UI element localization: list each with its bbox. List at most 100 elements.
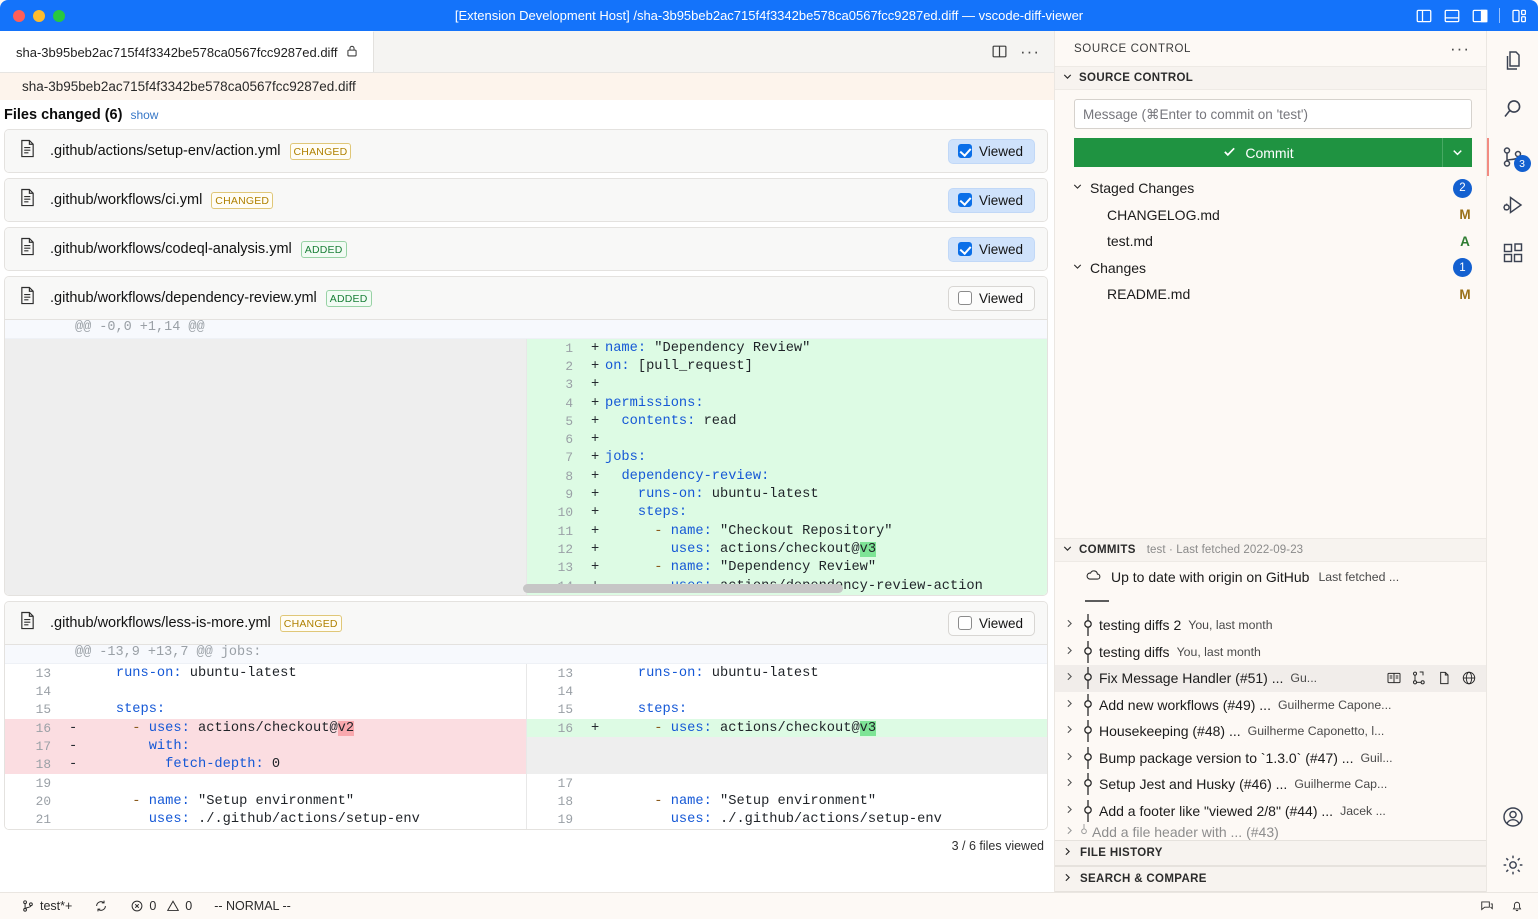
diff-table: @@ -0,0 +1,14 @@ 1 + name: "Dependency Rev… xyxy=(5,319,1047,596)
activity-extensions[interactable] xyxy=(1487,229,1538,277)
scm-file-readme[interactable]: README.md M xyxy=(1071,281,1472,308)
viewed-checkbox[interactable]: Viewed xyxy=(947,285,1035,311)
diff-sign: + xyxy=(591,505,600,521)
chevron-right-icon[interactable] xyxy=(1063,697,1077,713)
chevron-right-icon[interactable] xyxy=(1063,824,1076,840)
status-badge: ADDED xyxy=(300,240,347,258)
chevron-right-icon[interactable] xyxy=(1063,776,1077,792)
code-text: - name: "Checkout Repository" xyxy=(654,523,893,539)
file-row[interactable]: .github/workflows/less-is-more.yml CHANG… xyxy=(5,602,1047,645)
commits-section-header[interactable]: COMMITS test · Last fetched 2022-09-23 xyxy=(1055,537,1487,562)
file-history-section-header[interactable]: FILE HISTORY xyxy=(1055,840,1487,866)
show-link[interactable]: show xyxy=(130,108,158,122)
status-vim-mode[interactable]: -- NORMAL -- xyxy=(203,899,302,913)
activity-search[interactable] xyxy=(1487,85,1538,133)
commit-row[interactable]: testing diffs You, last month xyxy=(1055,639,1487,666)
lock-icon[interactable] xyxy=(345,44,359,61)
compare-icon[interactable] xyxy=(1411,670,1427,686)
activity-explorer[interactable] xyxy=(1487,37,1538,85)
editor-tab-diff[interactable]: sha-3b95beb2ac715f4f3342be578ca0567fcc92… xyxy=(0,31,375,72)
diff-line xyxy=(5,558,526,577)
commit-node-icon xyxy=(1077,614,1099,637)
viewed-label: Viewed xyxy=(978,241,1023,257)
more-actions-icon[interactable]: ··· xyxy=(1450,40,1470,57)
line-number: 14 xyxy=(35,684,51,700)
diff-viewer-webview: sha-3b95beb2ac715f4f3342be578ca0567fcc92… xyxy=(0,73,1054,919)
status-sync[interactable] xyxy=(83,899,119,913)
chevron-right-icon[interactable] xyxy=(1063,644,1077,660)
commit-row[interactable]: Bump package version to `1.3.0` (#47) ..… xyxy=(1055,745,1487,772)
open-on-remote-icon[interactable] xyxy=(1461,670,1477,686)
scm-file-test[interactable]: test.md A xyxy=(1071,228,1472,255)
status-branch[interactable]: test*+ xyxy=(10,899,83,913)
activity-settings[interactable] xyxy=(1487,841,1538,889)
commit-button[interactable]: Commit xyxy=(1074,138,1442,167)
commit-row[interactable]: testing diffs 2 You, last month xyxy=(1055,612,1487,639)
commit-message: Add a footer like "viewed 2/8" (#44) ... xyxy=(1099,802,1334,819)
file-row[interactable]: .github/workflows/dependency-review.yml … xyxy=(5,277,1047,319)
scm-group-changes[interactable]: Changes 1 xyxy=(1071,255,1472,282)
commit-message-input[interactable] xyxy=(1074,99,1472,129)
horizontal-scrollbar[interactable] xyxy=(523,584,843,594)
run-and-debug-icon xyxy=(1501,193,1525,217)
commit-row[interactable]: Add a footer like "viewed 2/8" (#44) ...… xyxy=(1055,798,1487,825)
diff-sign: - xyxy=(69,738,78,754)
more-actions-icon[interactable]: ··· xyxy=(1020,43,1040,60)
commit-message: Bump package version to `1.3.0` (#47) ..… xyxy=(1099,749,1354,766)
scm-group-staged-changes[interactable]: Staged Changes 2 xyxy=(1071,175,1472,202)
diff-side-new[interactable]: 1 + name: "Dependency Review" 2 + on: [pull_r… xyxy=(526,339,1047,596)
commit-row-partial[interactable]: Add a file header with ... (#43) xyxy=(1055,824,1487,840)
open-details-icon[interactable] xyxy=(1386,670,1402,686)
bell-icon[interactable] xyxy=(1510,899,1524,913)
diff-sign: + xyxy=(591,340,600,356)
scm-file-changelog[interactable]: CHANGELOG.md M xyxy=(1071,202,1472,229)
group-label: Changes xyxy=(1090,259,1147,276)
copy-icon[interactable] xyxy=(1436,670,1452,686)
workbench: sha-3b95beb2ac715f4f3342be578ca0567fcc92… xyxy=(0,31,1538,919)
file-row[interactable]: .github/workflows/ci.yml CHANGED Viewed xyxy=(5,179,1047,221)
vim-mode-label: -- NORMAL -- xyxy=(214,899,291,913)
chevron-right-icon[interactable] xyxy=(1063,750,1077,766)
file-card: .github/workflows/codeql-analysis.yml AD… xyxy=(4,227,1048,271)
panel-bottom-icon[interactable] xyxy=(1443,7,1461,25)
diff-line: 21 uses: ./.github/actions/setup-env xyxy=(5,810,526,829)
file-row[interactable]: .github/workflows/codeql-analysis.yml AD… xyxy=(5,228,1047,270)
split-editor-icon[interactable] xyxy=(991,43,1008,60)
remote-meta: Last fetched ... xyxy=(1318,569,1400,584)
branch-name: test*+ xyxy=(40,899,73,913)
line-number: 8 xyxy=(565,468,573,484)
diff-side-old[interactable]: 13 runs-on: ubuntu-latest 14 15 steps: 16- … xyxy=(5,664,526,829)
viewed-checkbox[interactable]: Viewed xyxy=(947,236,1035,262)
diff-side-new[interactable]: 13 runs-on: ubuntu-latest 14 15 steps: 16 + … xyxy=(526,664,1047,829)
status-problems[interactable]: 0 0 xyxy=(119,899,203,913)
code-text: permissions: xyxy=(605,395,704,411)
chevron-right-icon[interactable] xyxy=(1063,723,1077,739)
line-number: 13 xyxy=(557,665,573,681)
commit-meta: Guilherme Capone... xyxy=(1277,697,1392,712)
feedback-icon[interactable] xyxy=(1480,899,1494,913)
viewed-checkbox[interactable]: Viewed xyxy=(947,610,1035,636)
diff-line xyxy=(5,448,526,468)
viewed-checkbox[interactable]: Viewed xyxy=(947,138,1035,164)
activity-accounts[interactable] xyxy=(1487,793,1538,841)
file-row[interactable]: .github/actions/setup-env/action.yml CHA… xyxy=(5,130,1047,172)
viewed-checkbox[interactable]: Viewed xyxy=(947,187,1035,213)
search-compare-section-header[interactable]: SEARCH & COMPARE xyxy=(1055,866,1487,892)
chevron-right-icon[interactable] xyxy=(1063,617,1077,633)
panel-left-icon[interactable] xyxy=(1415,7,1433,25)
diff-line: 17 - with: xyxy=(5,737,526,756)
customize-layout-icon[interactable] xyxy=(1510,7,1528,25)
commit-row[interactable]: Fix Message Handler (#51) ... Gu... xyxy=(1055,665,1487,692)
panel-right-icon[interactable] xyxy=(1471,7,1489,25)
commit-row[interactable]: Add new workflows (#49) ... Guilherme Ca… xyxy=(1055,692,1487,719)
chevron-right-icon[interactable] xyxy=(1063,670,1077,686)
commit-dropdown-button[interactable] xyxy=(1442,138,1472,167)
remote-status-row[interactable]: Up to date with origin on GitHub Last fe… xyxy=(1055,564,1487,591)
activity-run-debug[interactable] xyxy=(1487,181,1538,229)
chevron-right-icon[interactable] xyxy=(1063,803,1077,819)
warning-triangle-icon xyxy=(166,899,180,913)
activity-source-control[interactable]: 3 xyxy=(1486,133,1538,181)
scm-section-header[interactable]: SOURCE CONTROL xyxy=(1055,66,1486,90)
commit-row[interactable]: Setup Jest and Husky (#46) ... Guilherme… xyxy=(1055,771,1487,798)
commit-row[interactable]: Housekeeping (#48) ... Guilherme Caponet… xyxy=(1055,718,1487,745)
